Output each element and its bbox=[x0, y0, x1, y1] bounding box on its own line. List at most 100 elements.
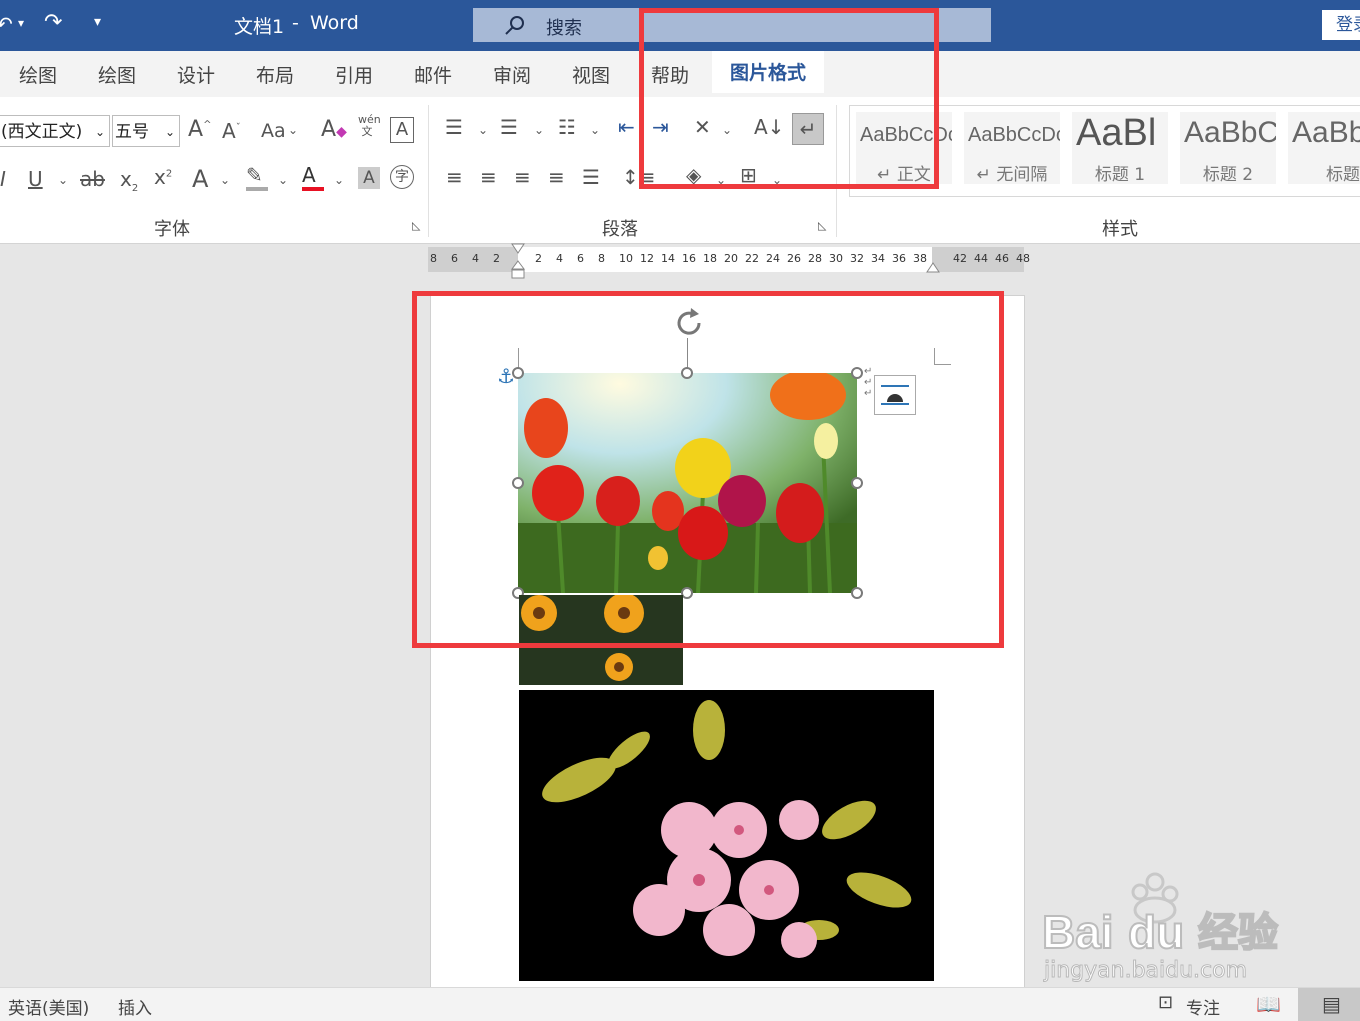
document-name: 文档1 bbox=[234, 16, 285, 38]
chevron-down-icon[interactable]: ⌄ bbox=[278, 173, 288, 187]
paragraph-dialog-launcher-icon[interactable]: ◺ bbox=[818, 219, 826, 232]
font-color-icon[interactable]: A bbox=[302, 163, 324, 191]
tab-draw[interactable]: 绘图 bbox=[19, 61, 57, 88]
ruler-tick-mid: 20 bbox=[724, 252, 738, 265]
grow-font-icon[interactable]: A^ bbox=[188, 117, 211, 142]
chevron-down-icon[interactable]: ⌄ bbox=[478, 123, 488, 137]
font-size-combo[interactable]: 五号 ⌄ bbox=[112, 115, 180, 147]
align-right-icon[interactable]: ≡ bbox=[514, 165, 531, 189]
style-heading-2[interactable]: AaBbC 标题 2 bbox=[1180, 112, 1276, 184]
change-case-button[interactable]: Aa bbox=[261, 120, 286, 142]
group-divider bbox=[428, 105, 429, 237]
print-layout-icon: ▤ bbox=[1322, 992, 1341, 1016]
character-border-icon[interactable]: A bbox=[390, 117, 414, 143]
chevron-down-icon[interactable]: ⌄ bbox=[534, 123, 544, 137]
ruler-tick-right: 42 bbox=[953, 252, 967, 265]
login-button[interactable]: 登录 bbox=[1322, 10, 1360, 40]
style-heading-1[interactable]: AaBl 标题 1 bbox=[1072, 112, 1168, 184]
italic-icon[interactable]: I bbox=[0, 167, 6, 191]
ruler-tick-mid: 38 bbox=[913, 252, 927, 265]
superscript-icon[interactable]: x2 bbox=[154, 165, 172, 189]
decrease-indent-icon[interactable]: ⇤ bbox=[618, 115, 635, 139]
font-name-combo[interactable]: (西文正文) ⌄ bbox=[0, 115, 110, 147]
ruler-tick-right: 48 bbox=[1016, 252, 1030, 265]
underline-icon[interactable]: U bbox=[28, 167, 43, 191]
ruler-tick-mid: 26 bbox=[787, 252, 801, 265]
ruler-tick-mid: 2 bbox=[535, 252, 542, 265]
tab-view[interactable]: 视图 bbox=[572, 61, 610, 88]
redo-icon[interactable]: ↷ bbox=[44, 10, 62, 35]
style-no-spacing[interactable]: AaBbCcDc ↵ 无间隔 bbox=[964, 112, 1060, 184]
chevron-down-icon[interactable]: ⌄ bbox=[334, 173, 344, 187]
ruler-tick-mid: 22 bbox=[745, 252, 759, 265]
style-name-text: 无间隔 bbox=[996, 165, 1048, 184]
bullets-icon[interactable]: ☰ bbox=[445, 115, 463, 139]
cherry-blossom-picture[interactable] bbox=[519, 690, 934, 981]
chevron-down-icon[interactable]: ⌄ bbox=[58, 173, 68, 187]
tab-review[interactable]: 审阅 bbox=[493, 61, 531, 88]
center-icon[interactable]: ≡ bbox=[480, 165, 497, 189]
font-name-value: (西文正文) bbox=[1, 122, 83, 142]
font-size-value: 五号 bbox=[115, 122, 149, 142]
title-separator: - bbox=[292, 12, 299, 34]
language-indicator[interactable]: 英语(美国) bbox=[8, 994, 89, 1019]
style-preview: AaBbC bbox=[1184, 116, 1276, 149]
character-shading-icon[interactable]: A bbox=[358, 167, 380, 189]
print-layout-button[interactable]: ▤ bbox=[1298, 988, 1360, 1021]
ruler-tick-mid: 34 bbox=[871, 252, 885, 265]
chevron-down-icon[interactable]: ⌄ bbox=[288, 123, 298, 137]
text-effects-icon[interactable]: A bbox=[192, 165, 208, 193]
tab-layout[interactable]: 布局 bbox=[256, 61, 294, 88]
ruler-tick-mid: 36 bbox=[892, 252, 906, 265]
chevron-down-icon: ⌄ bbox=[94, 125, 105, 139]
tab-references[interactable]: 引用 bbox=[335, 61, 373, 88]
tab-design[interactable]: 设计 bbox=[177, 61, 215, 88]
style-name: 标题 bbox=[1326, 165, 1360, 184]
right-indent-marker[interactable] bbox=[926, 262, 940, 274]
svg-text:Bai: Bai bbox=[1042, 906, 1114, 958]
watermark-url: jingyan.baidu.com bbox=[1043, 958, 1248, 984]
read-mode-icon[interactable]: 📖 bbox=[1256, 992, 1281, 1016]
indent-markers[interactable] bbox=[511, 243, 525, 281]
focus-mode-button[interactable]: 专注 bbox=[1186, 994, 1220, 1019]
style-name: 标题 1 bbox=[1094, 165, 1146, 184]
ruler-tick-mid: 14 bbox=[661, 252, 675, 265]
align-left-icon[interactable]: ≡ bbox=[446, 165, 463, 189]
search-placeholder: 搜索 bbox=[546, 18, 582, 39]
multilevel-list-icon[interactable]: ☷ bbox=[558, 115, 576, 139]
ruler-tick-mid: 18 bbox=[703, 252, 717, 265]
highlight-icon[interactable]: ✎ bbox=[246, 163, 268, 191]
chevron-down-icon[interactable]: ⌄ bbox=[590, 123, 600, 137]
clear-formatting-icon[interactable]: A◆ bbox=[321, 117, 347, 142]
ruler-tick-left: 4 bbox=[472, 252, 479, 265]
phonetic-guide-icon[interactable]: wén 文 bbox=[358, 114, 381, 138]
strikethrough-icon[interactable]: ab bbox=[80, 167, 105, 191]
chevron-down-icon[interactable]: ▾ bbox=[18, 16, 24, 30]
chevron-down-icon[interactable]: ⌄ bbox=[220, 173, 230, 187]
shrink-font-icon[interactable]: Aˇ bbox=[222, 119, 241, 143]
numbering-icon[interactable]: ☰ bbox=[500, 115, 518, 139]
tab-draw-2[interactable]: 绘图 bbox=[98, 61, 136, 88]
distributed-icon[interactable]: ☰ bbox=[582, 165, 600, 189]
ruler-tick-mid: 12 bbox=[640, 252, 654, 265]
ruler-tick-left: 6 bbox=[451, 252, 458, 265]
undo-icon[interactable]: ↶ bbox=[0, 12, 13, 36]
chevron-down-icon: ⌄ bbox=[164, 125, 175, 139]
ruler-tick-mid: 28 bbox=[808, 252, 822, 265]
app-name: Word bbox=[310, 12, 359, 34]
customize-icon[interactable]: ▾ bbox=[94, 14, 101, 30]
font-dialog-launcher-icon[interactable]: ◺ bbox=[412, 219, 420, 232]
subscript-icon[interactable]: x2 bbox=[120, 167, 138, 194]
justify-icon[interactable]: ≡ bbox=[548, 165, 565, 189]
font-group-label: 字体 bbox=[154, 219, 190, 240]
tab-mailings[interactable]: 邮件 bbox=[414, 61, 452, 88]
ruler-tick-left: 2 bbox=[493, 252, 500, 265]
insert-mode-indicator[interactable]: 插入 bbox=[118, 994, 152, 1019]
ruler-tick-mid: 10 bbox=[619, 252, 633, 265]
ruler-tick-mid: 24 bbox=[766, 252, 780, 265]
style-title[interactable]: AaBb 标题 bbox=[1288, 112, 1360, 184]
enclose-characters-icon[interactable]: 字 bbox=[390, 165, 414, 189]
status-bar: 英语(美国) 插入 ⊡ 专注 📖 ▤ bbox=[0, 987, 1360, 1021]
focus-mode-icon[interactable]: ⊡ bbox=[1158, 992, 1173, 1013]
ruler-tick-mid: 6 bbox=[577, 252, 584, 265]
